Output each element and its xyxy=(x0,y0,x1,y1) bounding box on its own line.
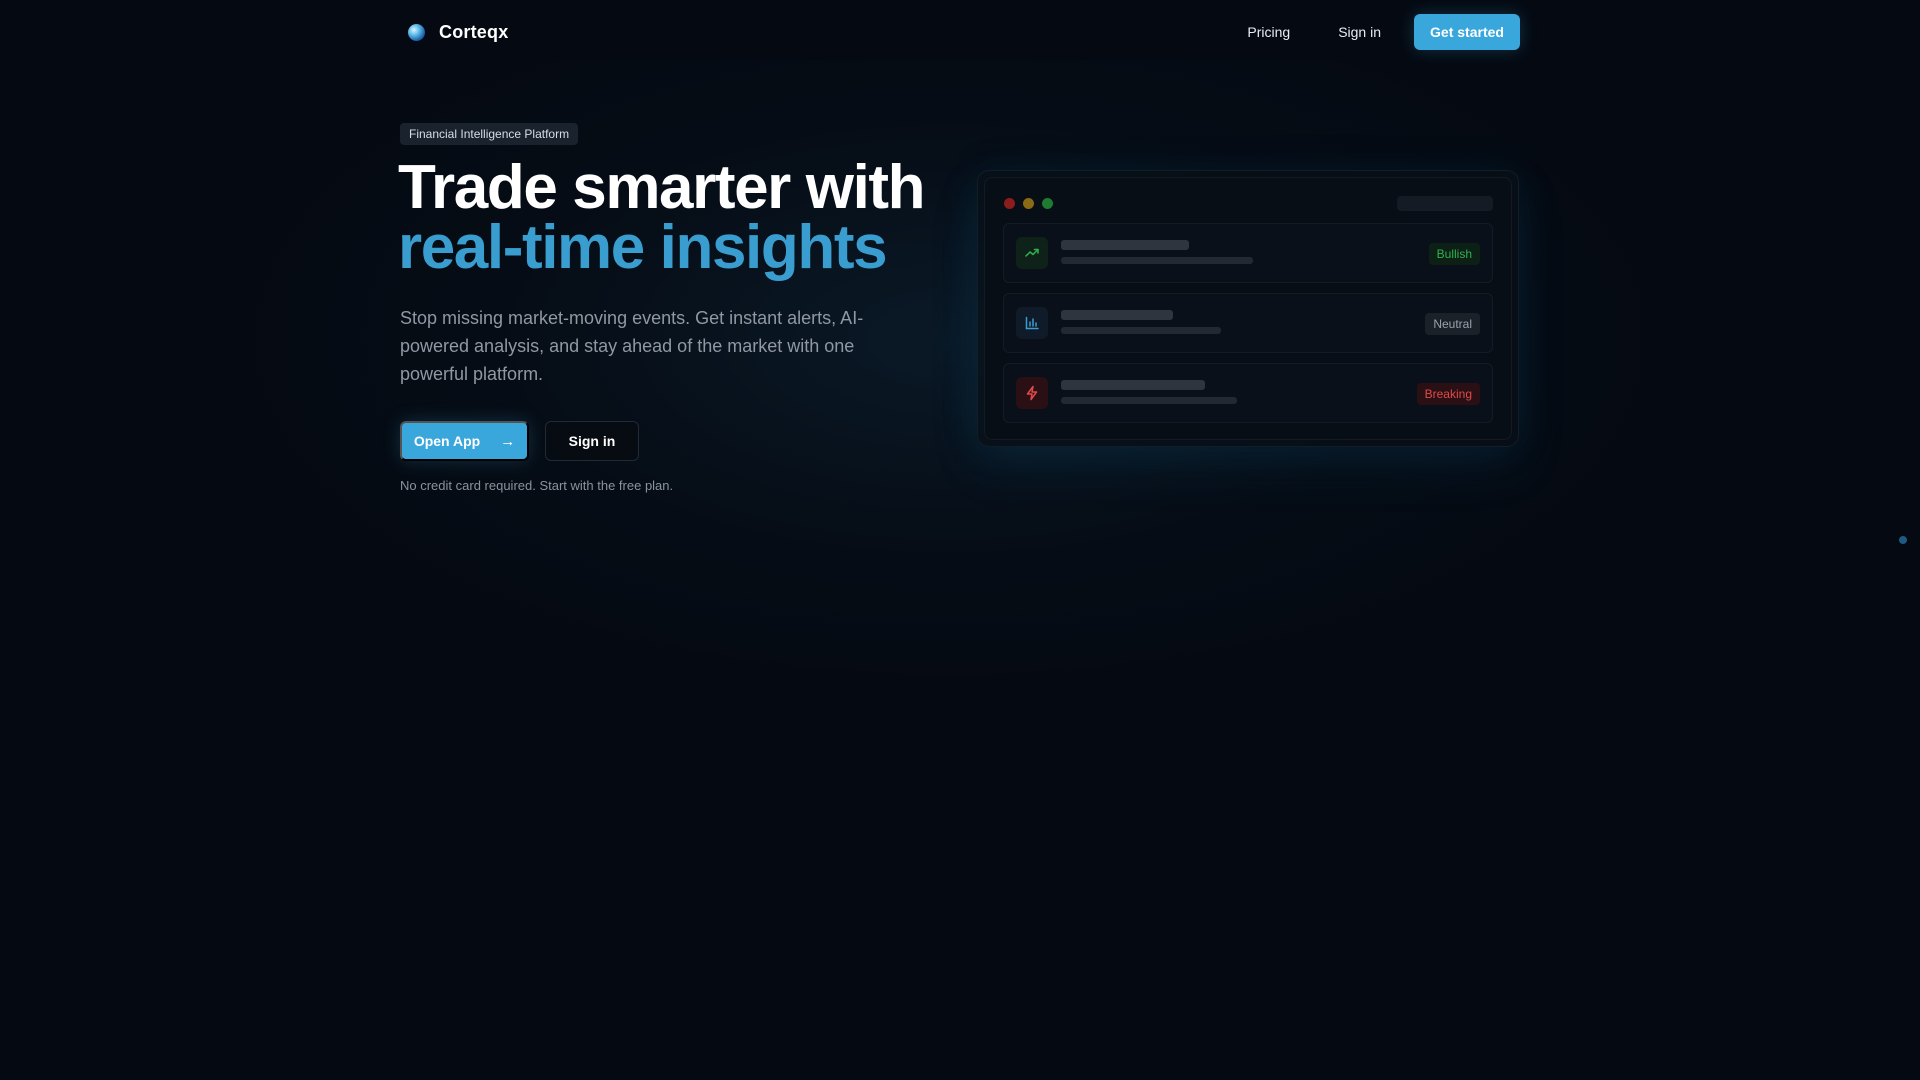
window-controls xyxy=(1004,198,1053,209)
detail-skeleton xyxy=(1061,327,1221,334)
detail-skeleton xyxy=(1061,397,1237,404)
list-item: Neutral xyxy=(1003,293,1493,353)
free-plan-note: No credit card required. Start with the … xyxy=(400,478,674,493)
hero-cta-row: Open App → Sign in xyxy=(400,421,639,461)
top-nav: Corteqx Pricing Sign in Get started xyxy=(400,14,1520,50)
minimize-dot-icon xyxy=(1023,198,1034,209)
headline-line-2: real-time insights xyxy=(398,213,888,282)
headline-skeleton xyxy=(1061,240,1189,250)
list-item: Bullish xyxy=(1003,223,1493,283)
lightning-icon xyxy=(1016,377,1048,409)
headline-skeleton xyxy=(1061,310,1173,320)
arrow-right-icon: → xyxy=(500,432,516,450)
search-placeholder-bar xyxy=(1397,196,1493,211)
open-app-label: Open App xyxy=(413,433,481,449)
brand[interactable]: Corteqx xyxy=(400,22,508,43)
detail-skeleton xyxy=(1061,257,1253,264)
status-badge: Bullish xyxy=(1428,243,1480,265)
sign-in-button[interactable]: Sign in xyxy=(545,421,639,461)
nav-links: Pricing Sign in Get started xyxy=(1247,14,1520,50)
headline-line-1: Trade smarter with xyxy=(398,153,926,222)
maximize-dot-icon xyxy=(1042,198,1053,209)
list-item: Breaking xyxy=(1003,363,1493,423)
app-preview: Bullish Neutral Breaking xyxy=(977,170,1519,447)
get-started-button[interactable]: Get started xyxy=(1414,14,1520,50)
hero-headline: Trade smarter with real-time insights xyxy=(398,153,926,282)
platform-badge: Financial Intelligence Platform xyxy=(400,123,579,145)
app-preview-window: Bullish Neutral Breaking xyxy=(984,177,1512,440)
hero-subtext: Stop missing market-moving events. Get i… xyxy=(400,308,864,384)
status-badge: Neutral xyxy=(1425,313,1480,335)
globe-logo-icon xyxy=(408,23,425,41)
trending-up-icon xyxy=(1016,237,1048,269)
bar-chart-icon xyxy=(1016,307,1048,339)
brand-name: Corteqx xyxy=(439,21,509,42)
scroll-indicator-dot[interactable] xyxy=(1899,536,1907,544)
close-dot-icon xyxy=(1004,198,1015,209)
headline-skeleton xyxy=(1061,380,1205,390)
open-app-button[interactable]: Open App → xyxy=(400,421,529,461)
nav-link-sign-in[interactable]: Sign in xyxy=(1338,24,1381,40)
status-badge: Breaking xyxy=(1416,383,1480,405)
nav-link-pricing[interactable]: Pricing xyxy=(1247,24,1290,40)
